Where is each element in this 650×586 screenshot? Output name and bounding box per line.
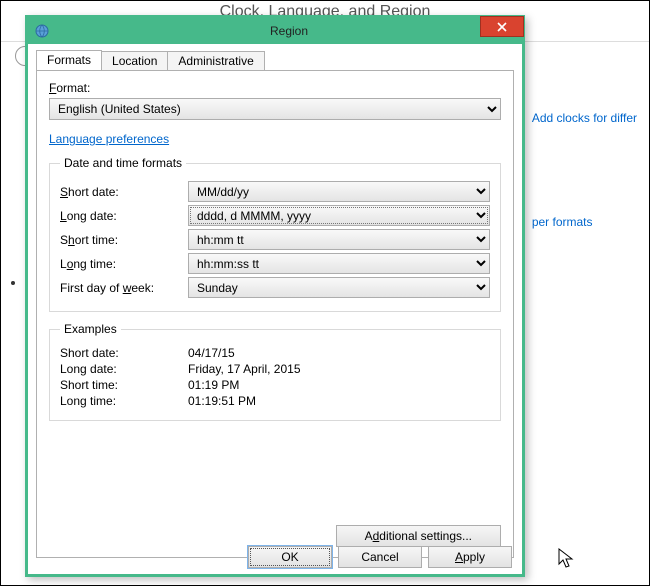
long-date-select[interactable]: dddd, d MMMM, yyyy (188, 205, 490, 226)
long-date-label: Long date: (60, 209, 188, 223)
ex-short-date-value: 04/17/15 (188, 346, 235, 360)
short-date-label: Short date: (60, 185, 188, 199)
first-day-select[interactable]: Sunday (188, 277, 490, 298)
link-add-clocks[interactable]: Add clocks for differ (532, 111, 637, 125)
tab-formats[interactable]: Formats (36, 50, 102, 70)
ex-long-date-value: Friday, 17 April, 2015 (188, 362, 301, 376)
ex-short-time-value: 01:19 PM (188, 378, 239, 392)
apply-button[interactable]: Apply (428, 546, 512, 568)
bullet-icon (11, 281, 15, 285)
additional-settings-button[interactable]: Additional settings... (336, 525, 501, 547)
tab-panel-formats: Format: English (United States) Language… (36, 70, 514, 558)
format-label: Format: (49, 81, 501, 95)
region-dialog: Region Formats Location Administrative F… (25, 15, 525, 577)
long-time-select[interactable]: hh:mm:ss tt (188, 253, 490, 274)
first-day-label: First day of week: (60, 281, 188, 295)
tabstrip: Formats Location Administrative (28, 44, 522, 70)
link-formats[interactable]: per formats (532, 215, 637, 229)
link-language-preferences[interactable]: Language preferences (49, 132, 169, 146)
ex-long-time-label: Long time: (60, 394, 188, 408)
ok-button[interactable]: OK (248, 546, 332, 568)
short-time-select[interactable]: hh:mm tt (188, 229, 490, 250)
dialog-footer: OK Cancel Apply (248, 546, 512, 568)
group-examples-legend: Examples (60, 322, 121, 336)
dialog-title: Region (56, 24, 522, 38)
close-button[interactable] (480, 16, 524, 37)
cancel-button[interactable]: Cancel (338, 546, 422, 568)
short-time-label: Short time: (60, 233, 188, 247)
ex-short-date-label: Short date: (60, 346, 188, 360)
group-date-time-formats-legend: Date and time formats (60, 156, 186, 170)
format-select[interactable]: English (United States) (49, 98, 501, 120)
tab-location[interactable]: Location (101, 51, 168, 71)
short-date-select[interactable]: MM/dd/yy (188, 181, 490, 202)
group-examples: Examples Short date:04/17/15 Long date:F… (49, 322, 501, 421)
titlebar[interactable]: Region (28, 18, 522, 44)
ex-long-date-label: Long date: (60, 362, 188, 376)
close-icon (497, 22, 507, 32)
long-time-label: Long time: (60, 257, 188, 271)
ex-short-time-label: Short time: (60, 378, 188, 392)
globe-icon (34, 23, 50, 39)
ex-long-time-value: 01:19:51 PM (188, 394, 256, 408)
group-date-time-formats: Date and time formats Short date: MM/dd/… (49, 156, 501, 312)
tab-administrative[interactable]: Administrative (167, 51, 264, 71)
